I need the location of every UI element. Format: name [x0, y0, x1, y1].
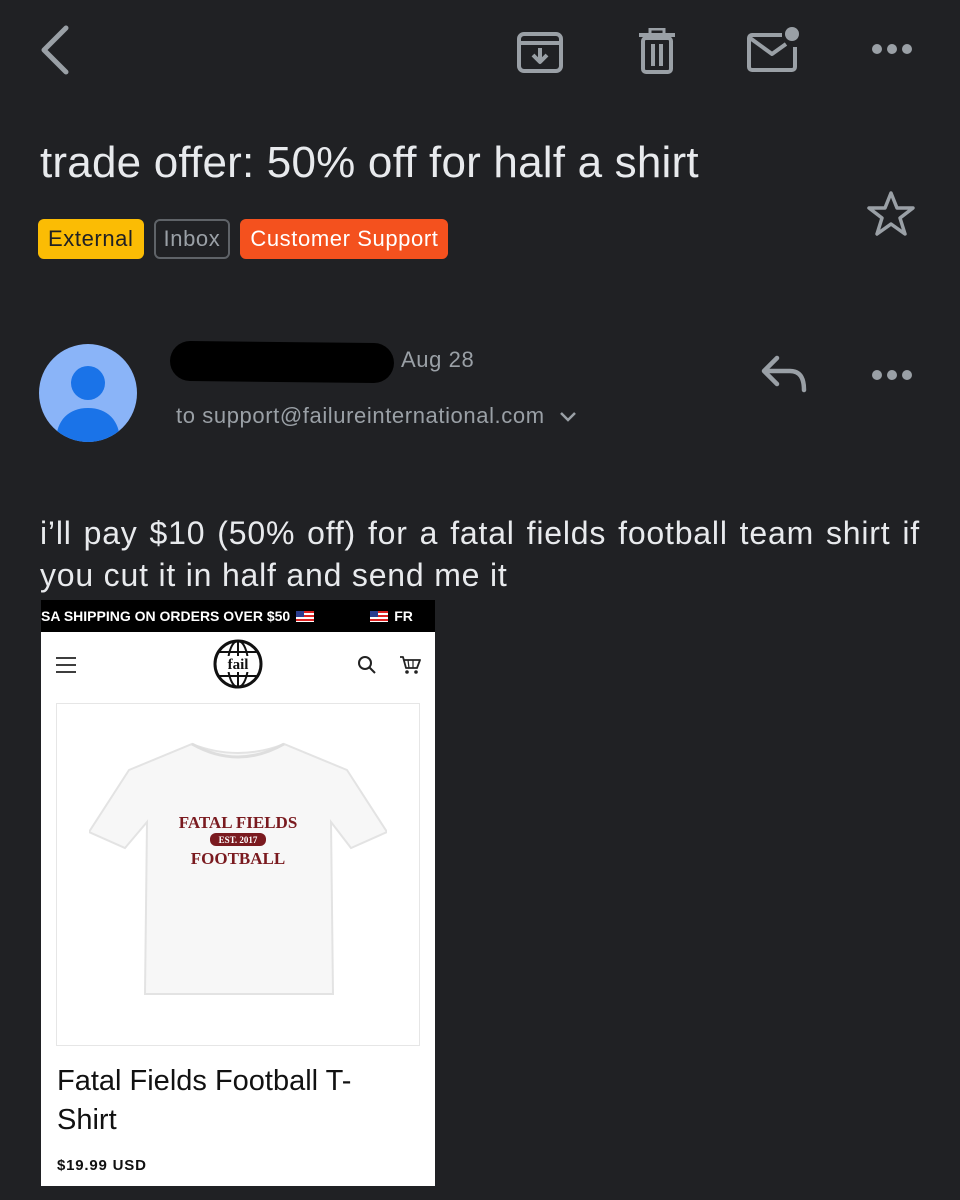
archive-button[interactable]: [512, 24, 568, 78]
person-icon: [56, 366, 120, 442]
shipping-banner: SA SHIPPING ON ORDERS OVER $50 FR: [41, 600, 435, 632]
back-icon: [41, 25, 69, 75]
mark-unread-icon: [747, 27, 799, 72]
recipient-line[interactable]: to support@failureinternational.com: [176, 403, 577, 429]
shirt-print-line1: FATAL FIELDS: [179, 813, 298, 832]
menu-icon: [56, 657, 76, 673]
product-title[interactable]: Fatal Fields Football T-Shirt: [57, 1062, 397, 1140]
email-body: i’ll pay $10 (50% off) for a fatal field…: [40, 515, 920, 593]
label-external[interactable]: External: [38, 219, 144, 259]
more-icon: [872, 44, 912, 54]
us-flag-icon: [370, 610, 389, 622]
recipient-text: to support@failureinternational.com: [176, 403, 545, 428]
redacted-sender-name: [169, 340, 395, 384]
product-image-card[interactable]: FATAL FIELDS EST. 2017 FOOTBALL: [56, 703, 420, 1046]
star-button[interactable]: [864, 188, 918, 240]
reply-button[interactable]: [758, 352, 810, 396]
shirt-print-line3: FOOTBALL: [191, 849, 285, 868]
embedded-product-screenshot[interactable]: SA SHIPPING ON ORDERS OVER $50 FR fail F…: [41, 600, 435, 1186]
banner-text: SA SHIPPING ON ORDERS OVER $50: [41, 608, 291, 624]
label-customer-support[interactable]: Customer Support: [240, 219, 449, 259]
archive-icon: [517, 32, 563, 73]
banner-text-tail: FR: [394, 608, 413, 624]
cart-icon: [400, 656, 421, 674]
us-flag-icon: [296, 610, 315, 622]
shirt-print-line2: EST. 2017: [219, 835, 258, 845]
tshirt-image: FATAL FIELDS EST. 2017 FOOTBALL: [89, 742, 387, 995]
chevron-down-icon[interactable]: [559, 410, 577, 422]
more-icon: [872, 370, 912, 380]
reply-icon: [761, 355, 807, 393]
avatar[interactable]: [39, 344, 137, 442]
fail-logo: fail: [213, 639, 263, 689]
logo-text: fail: [228, 657, 249, 673]
back-button[interactable]: [30, 22, 80, 78]
email-subject: trade offer: 50% off for half a shirt: [40, 138, 699, 187]
label-inbox[interactable]: Inbox: [153, 219, 231, 259]
delete-button[interactable]: [632, 24, 682, 78]
product-price: $19.99 USD: [57, 1157, 147, 1174]
trash-icon: [639, 28, 675, 74]
mark-unread-button[interactable]: [745, 22, 805, 76]
star-icon: [867, 191, 915, 236]
message-more-button[interactable]: [866, 360, 918, 390]
more-options-button[interactable]: [866, 34, 918, 64]
email-date: Aug 28: [401, 347, 475, 372]
search-icon: [358, 656, 376, 674]
label-list: External Inbox Customer Support: [38, 219, 449, 259]
